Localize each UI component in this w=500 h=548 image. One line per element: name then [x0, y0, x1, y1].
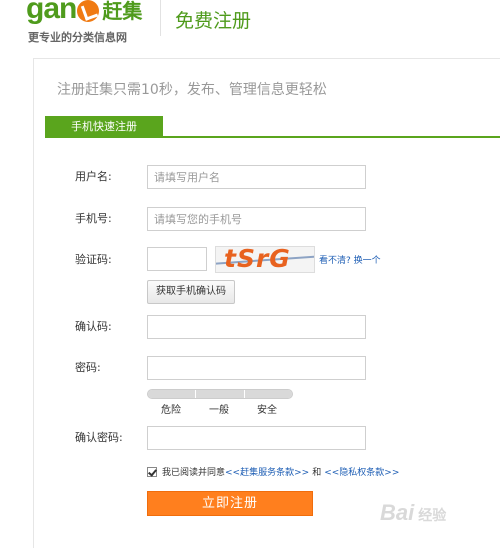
slogan: 更专业的分类信息网 — [28, 31, 127, 44]
strength-label-medium: 一般 — [209, 405, 229, 416]
get-sms-code-button[interactable]: 获取手机确认码 — [147, 280, 235, 304]
tab-bar: 手机快速注册 — [45, 116, 500, 138]
intro-text: 注册赶集只需10秒，发布、管理信息更轻松 — [57, 82, 327, 98]
strength-segment-weak — [148, 390, 197, 398]
password-strength-bar — [147, 389, 293, 399]
ganji-logo[interactable]: gan 赶集 — [26, 0, 142, 24]
phone-input[interactable] — [147, 207, 366, 231]
watermark-text: Bai — [380, 500, 415, 525]
agreement-row: 我已阅读并同意 <<赶集服务条款>> 和 <<隐私权条款>> — [147, 465, 399, 478]
terms-link[interactable]: <<赶集服务条款>> — [225, 465, 309, 478]
confirm-password-input[interactable] — [147, 426, 366, 450]
confirm-password-label: 确认密码: — [75, 431, 123, 444]
agree-checkbox[interactable] — [147, 466, 157, 477]
logo-cn: 赶集 — [102, 0, 143, 23]
baidu-jingyan-watermark: Bai 经验 — [380, 500, 446, 526]
strength-segment-medium — [196, 390, 245, 398]
registration-page: gan 赶集 更专业的分类信息网 免费注册 注册赶集只需10秒，发布、管理信息更… — [0, 0, 500, 548]
username-input[interactable] — [147, 165, 366, 189]
captcha-text: tSrG — [224, 246, 291, 273]
register-panel: 注册赶集只需10秒，发布、管理信息更轻松 手机快速注册 用户名: 手机号: 验证… — [33, 58, 500, 548]
captcha-image[interactable]: tSrG — [215, 246, 315, 273]
captcha-refresh-link[interactable]: 看不清? 换一个 — [319, 253, 381, 266]
strength-segment-strong — [244, 390, 292, 398]
watermark-tail: 经验 — [418, 507, 447, 523]
logo-text: gan — [26, 0, 77, 25]
header-divider — [160, 0, 161, 36]
and-text: 和 — [312, 468, 322, 478]
agree-text: 我已阅读并同意 — [162, 468, 226, 478]
password-label: 密码: — [75, 361, 101, 374]
captcha-input[interactable] — [147, 247, 207, 271]
username-label: 用户名: — [75, 170, 112, 183]
logo-mark-icon — [77, 0, 100, 22]
privacy-link[interactable]: <<隐私权条款>> — [324, 465, 399, 478]
page-title: 免费注册 — [175, 10, 252, 32]
register-submit-button[interactable]: 立即注册 — [147, 491, 313, 516]
password-input[interactable] — [147, 356, 366, 380]
confirm-code-label: 确认码: — [75, 320, 112, 333]
phone-label: 手机号: — [75, 212, 112, 225]
confirm-code-input[interactable] — [147, 315, 366, 339]
tab-mobile-register[interactable]: 手机快速注册 — [45, 116, 163, 138]
strength-label-strong: 安全 — [257, 405, 277, 416]
strength-label-weak: 危险 — [161, 405, 181, 416]
captcha-label: 验证码: — [75, 253, 112, 266]
